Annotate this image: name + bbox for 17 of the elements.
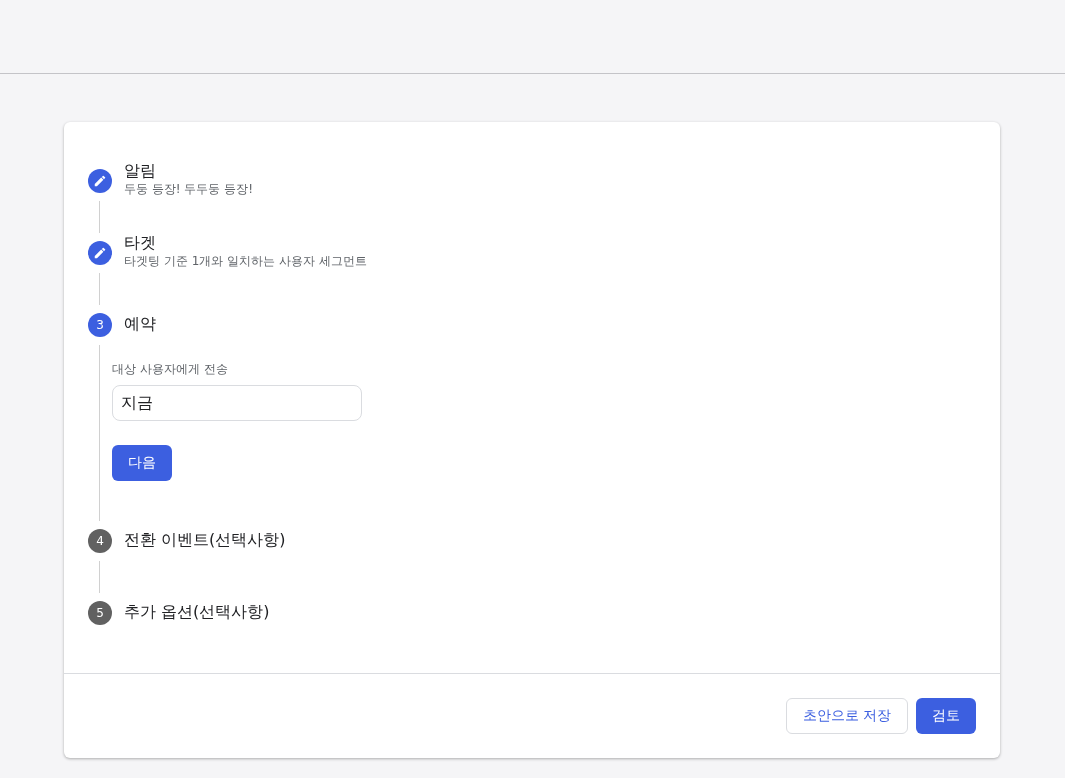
step-number: 3 (88, 313, 112, 337)
step-title: 알림 (124, 161, 157, 181)
step-title: 예약 (124, 314, 156, 334)
step-summary: 타겟팅 기준 1개와 일치하는 사용자 세그먼트 (124, 253, 367, 269)
review-button[interactable]: 검토 (916, 698, 976, 734)
select-field[interactable]: 지금 (112, 385, 362, 421)
step-title: 타겟 (124, 233, 157, 253)
step-summary: 두둥 등장! 두두둥 등장! (124, 181, 254, 197)
step-title: 전환 이벤트(선택사항) (124, 530, 286, 550)
pencil-icon[interactable] (88, 169, 112, 193)
step-number: 5 (88, 601, 112, 625)
step-number: 4 (88, 529, 112, 553)
field-label: 대상 사용자에게 전송 (112, 361, 229, 377)
next-button[interactable]: 다음 (112, 445, 172, 481)
save-draft-button[interactable]: 초안으로 저장 (785, 698, 908, 734)
step-title: 추가 옵션(선택사항) (124, 602, 270, 622)
pencil-icon[interactable] (88, 241, 112, 265)
